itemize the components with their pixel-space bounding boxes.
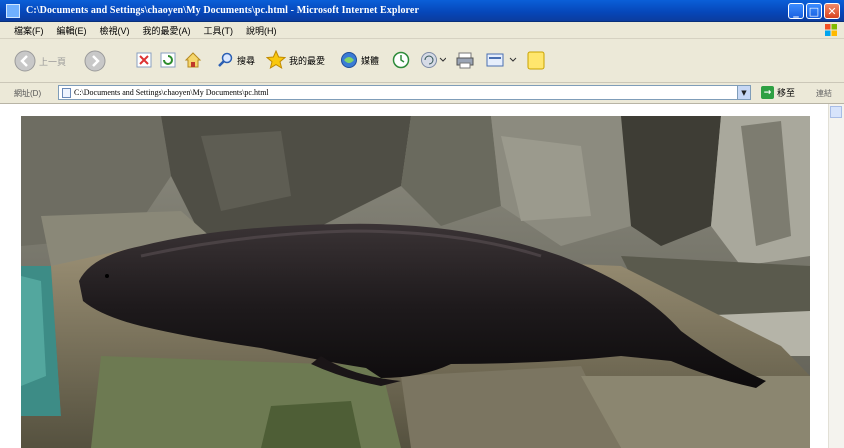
menu-view[interactable]: 檢視(V) — [100, 24, 130, 37]
forward-arrow-icon — [84, 50, 106, 72]
go-label: 移至 — [777, 88, 796, 98]
mail-button[interactable] — [420, 51, 446, 69]
home-icon — [184, 52, 202, 68]
window-title: C:\Documents and Settings\chaoyen\My Doc… — [26, 5, 419, 16]
back-label: 上一頁 — [39, 56, 67, 67]
page-content — [0, 104, 844, 448]
refresh-icon — [160, 52, 176, 68]
stop-button[interactable] — [136, 52, 152, 68]
minimize-button[interactable]: _ — [788, 3, 804, 19]
home-button[interactable] — [184, 51, 202, 69]
menu-file[interactable]: 檔案(F) — [14, 24, 44, 37]
menu-bar: 檔案(F) 編輯(E) 檢視(V) 我的最愛(A) 工具(T) 說明(H) — [0, 22, 844, 39]
close-button[interactable]: ✕ — [824, 3, 840, 19]
back-arrow-icon — [14, 50, 36, 72]
address-bar: 網址(D) ▼ → 移至 連結 — [0, 83, 844, 104]
scroll-up-icon[interactable] — [830, 106, 842, 118]
windows-logo-icon — [825, 24, 837, 36]
forward-button[interactable] — [84, 50, 106, 72]
vertical-scrollbar[interactable] — [828, 104, 844, 448]
media-icon — [341, 52, 357, 68]
search-button[interactable]: 搜尋 — [218, 52, 255, 68]
page-icon — [62, 87, 71, 98]
folder-button[interactable] — [527, 50, 545, 70]
edit-icon — [486, 53, 517, 67]
history-icon — [392, 51, 410, 69]
maximize-button[interactable]: □ — [806, 3, 822, 19]
media-button[interactable]: 媒體 — [340, 51, 379, 69]
menu-favorites[interactable]: 我的最愛(A) — [143, 24, 191, 37]
go-arrow-icon: → — [761, 86, 774, 99]
go-button[interactable]: → 移至 — [761, 86, 795, 99]
print-icon — [456, 52, 474, 69]
media-label: 媒體 — [361, 55, 380, 66]
star-icon — [266, 50, 286, 70]
address-input[interactable] — [74, 88, 750, 97]
menu-tools[interactable]: 工具(T) — [204, 24, 234, 37]
favorites-label: 我的最愛 — [289, 55, 326, 66]
address-label: 網址(D) — [14, 89, 42, 98]
standard-toolbar: 上一頁 搜尋 我的最愛 媒體 — [0, 39, 844, 83]
search-icon — [218, 52, 233, 67]
back-button[interactable]: 上一頁 — [14, 50, 66, 72]
refresh-button[interactable] — [160, 52, 176, 68]
stop-icon — [136, 52, 152, 68]
favorites-button[interactable]: 我的最愛 — [266, 50, 325, 70]
folder-icon — [527, 51, 545, 70]
window-titlebar[interactable]: C:\Documents and Settings\chaoyen\My Doc… — [0, 0, 844, 22]
search-label: 搜尋 — [237, 55, 256, 66]
print-button[interactable] — [456, 51, 474, 69]
menu-edit[interactable]: 編輯(E) — [57, 24, 87, 37]
address-field[interactable]: ▼ — [58, 85, 751, 100]
links-label[interactable]: 連結 — [816, 88, 832, 99]
sea-lion-photo — [21, 116, 810, 448]
edit-button[interactable] — [486, 51, 518, 69]
mail-icon — [421, 52, 446, 68]
ie-app-icon — [6, 3, 20, 18]
address-dropdown-chevron-icon[interactable]: ▼ — [737, 86, 750, 99]
menu-help[interactable]: 說明(H) — [246, 24, 277, 37]
window-controls: _ □ ✕ — [788, 3, 840, 19]
history-button[interactable] — [392, 51, 410, 69]
